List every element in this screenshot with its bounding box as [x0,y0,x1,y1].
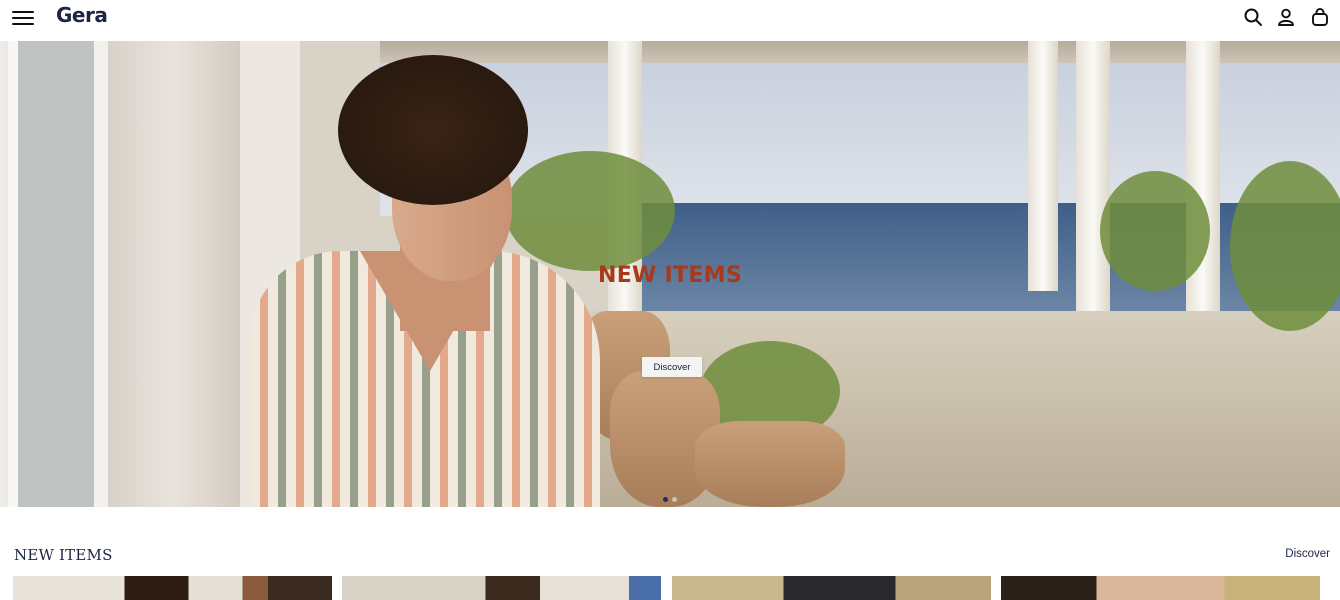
product-grid [13,576,1333,600]
site-header: Gera [0,0,1340,41]
section-title: NEW ITEMS [14,546,113,564]
product-card-2[interactable] [342,576,661,600]
hero-image-plant [505,151,675,271]
hero-image-pot [695,421,845,507]
product-image [1001,576,1320,600]
slider-dot-2[interactable] [672,497,677,502]
hero-image-column [1028,41,1058,291]
hero-image-hair [338,55,528,205]
product-image [13,576,332,600]
hero-banner: NEW ITEMS Discover [0,41,1340,507]
slider-dots [663,497,677,503]
menu-icon[interactable] [12,9,34,27]
hero-title: NEW ITEMS [597,263,743,288]
product-card-3[interactable] [672,576,991,600]
product-image [672,576,991,600]
slider-dot-1[interactable] [663,497,668,502]
hero-discover-button[interactable]: Discover [642,357,702,377]
search-icon[interactable] [1243,7,1263,27]
product-card-4[interactable] [1001,576,1320,600]
section-discover-link[interactable]: Discover [1285,548,1330,560]
logo[interactable]: Gera [56,3,108,29]
hero-image-plant [1230,161,1340,331]
bag-icon[interactable] [1310,7,1330,27]
product-image [342,576,661,600]
user-icon[interactable] [1276,7,1296,27]
product-card-1[interactable] [13,576,332,600]
